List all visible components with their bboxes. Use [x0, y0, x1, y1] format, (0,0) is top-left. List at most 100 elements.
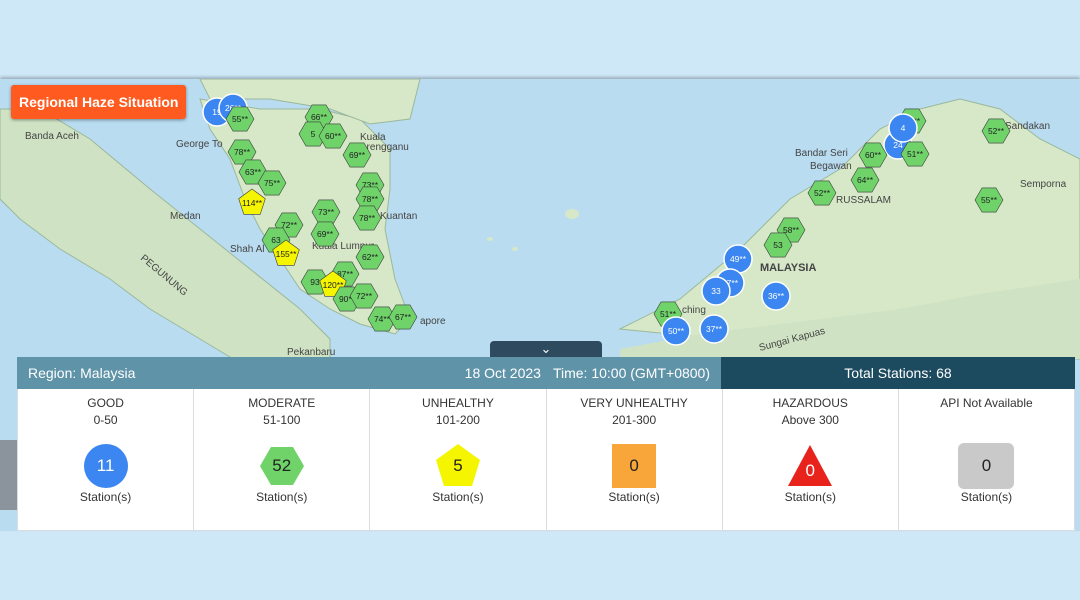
- category-unit: Station(s): [432, 490, 484, 504]
- category-hazardous[interactable]: HAZARDOUS Above 300 0 Station(s): [722, 389, 899, 531]
- station-value: 74**: [374, 314, 391, 324]
- station-marker-good[interactable]: 50**: [661, 316, 691, 346]
- region-label: Region: Malaysia: [28, 365, 136, 381]
- category-name: HAZARDOUS: [772, 396, 848, 410]
- category-count: 0: [629, 456, 639, 475]
- category-count: 5: [453, 456, 463, 475]
- place-label: Begawan: [810, 161, 852, 172]
- category-name: UNHEALTHY: [422, 396, 494, 410]
- regional-haze-button[interactable]: Regional Haze Situation: [11, 85, 187, 119]
- station-value: 78**: [362, 194, 379, 204]
- category-range: Above 300: [781, 413, 839, 427]
- category-name: MODERATE: [248, 396, 316, 410]
- side-thumbnail[interactable]: [0, 440, 17, 510]
- station-value: 4: [901, 123, 906, 133]
- station-value: 69**: [317, 229, 334, 239]
- station-value: 37**: [706, 324, 723, 334]
- na-badge-icon: 0: [957, 442, 1015, 490]
- very-unhealthy-badge-icon: 0: [610, 442, 658, 490]
- island: [512, 247, 518, 251]
- station-value: 114**: [242, 198, 263, 208]
- moderate-badge-icon: 52: [258, 442, 306, 490]
- station-marker-good[interactable]: 4: [888, 113, 918, 143]
- place-label: Semporna: [1020, 179, 1067, 190]
- total-stations: Total Stations: 68: [721, 357, 1075, 389]
- category-range: 101-200: [435, 413, 480, 427]
- station-value: 66**: [311, 112, 328, 122]
- category-count: 11: [96, 456, 115, 475]
- station-value: 33: [711, 286, 721, 296]
- summary-panel: Region: Malaysia 18 Oct 2023 Time: 10:00…: [17, 357, 1076, 531]
- station-value: 55**: [232, 114, 249, 124]
- station-value: 36**: [768, 291, 785, 301]
- category-good[interactable]: GOOD 0-50 11 Station(s): [17, 389, 195, 531]
- category-very-unhealthy[interactable]: VERY UNHEALTHY 201-300 0 Station(s): [546, 389, 723, 531]
- category-unit: Station(s): [784, 490, 836, 504]
- category-name: API Not Available: [940, 396, 1033, 410]
- chevron-down-icon: ⌄: [540, 341, 552, 356]
- place-label: Kuantan: [380, 211, 417, 222]
- date-label: 18 Oct 2023: [464, 365, 541, 381]
- station-value: 63**: [245, 167, 262, 177]
- place-label: ching: [682, 305, 706, 316]
- station-value: 53: [773, 240, 783, 250]
- island: [487, 237, 493, 241]
- station-value: 69**: [349, 150, 366, 160]
- station-value: 50**: [668, 326, 685, 336]
- good-badge-icon: 11: [82, 442, 130, 490]
- map-frame[interactable]: Banda Aceh George To Medan Shah Al Kuala…: [0, 79, 1080, 531]
- station-marker-good[interactable]: 33: [701, 276, 731, 306]
- category-range: 51-100: [263, 413, 301, 427]
- panel-header: Region: Malaysia 18 Oct 2023 Time: 10:00…: [17, 357, 1075, 389]
- station-value: 63: [271, 235, 281, 245]
- time-label: Time: 10:00 (GMT+0800): [552, 365, 710, 381]
- category-unit: Station(s): [960, 490, 1013, 504]
- category-unit: Station(s): [79, 490, 132, 504]
- category-unit: Station(s): [256, 490, 308, 504]
- place-label: Banda Aceh: [25, 131, 79, 142]
- place-label: Bandar Seri: [795, 148, 848, 159]
- station-value: 155**: [276, 249, 297, 259]
- station-value: 78**: [359, 213, 376, 223]
- category-range: 201-300: [612, 413, 657, 427]
- station-marker-good[interactable]: 37**: [699, 314, 729, 344]
- category-api-na[interactable]: API Not Available 0 Station(s): [898, 389, 1076, 531]
- category-row: GOOD 0-50 11 Station(s) MODERATE 51-100 …: [17, 389, 1076, 531]
- category-count: 0: [981, 456, 992, 475]
- place-label: MALAYSIA: [760, 262, 816, 274]
- place-label: Shah Al: [230, 244, 264, 255]
- station-value: 55**: [981, 195, 998, 205]
- category-count: 0: [805, 461, 815, 480]
- category-name: GOOD: [87, 396, 124, 410]
- station-value: 49**: [730, 254, 747, 264]
- station-value: 62**: [362, 252, 379, 262]
- station-marker-good[interactable]: 36**: [761, 281, 791, 311]
- category-count: 52: [272, 456, 292, 475]
- station-value: 60**: [865, 150, 882, 160]
- place-label: apore: [420, 316, 446, 327]
- station-value: 78**: [234, 147, 251, 157]
- category-name: VERY UNHEALTHY: [580, 396, 688, 410]
- station-value: 93: [310, 277, 320, 287]
- station-value: 52**: [988, 126, 1005, 136]
- place-label: Medan: [170, 211, 201, 222]
- station-value: 67**: [395, 312, 412, 322]
- island: [565, 209, 579, 219]
- hazardous-badge-icon: 0: [786, 442, 834, 490]
- category-range: 0-50: [93, 413, 118, 427]
- station-value: 72**: [356, 291, 373, 301]
- station-value: 75**: [264, 178, 281, 188]
- category-moderate[interactable]: MODERATE 51-100 52 Station(s): [194, 389, 371, 531]
- category-unhealthy[interactable]: UNHEALTHY 101-200 5 Station(s): [370, 389, 547, 531]
- station-value: 51**: [907, 149, 924, 159]
- place-label: Sandakan: [1005, 121, 1050, 132]
- station-value: 64**: [857, 175, 874, 185]
- station-value: 5: [311, 129, 316, 139]
- station-value: 60**: [325, 131, 342, 141]
- place-label: George To: [176, 139, 223, 150]
- place-label: RUSSALAM: [836, 195, 891, 206]
- header-region-bar: Region: Malaysia 18 Oct 2023 Time: 10:00…: [17, 357, 721, 389]
- station-value: 73**: [318, 207, 335, 217]
- unhealthy-badge-icon: 5: [434, 442, 482, 490]
- station-value: 52**: [814, 188, 831, 198]
